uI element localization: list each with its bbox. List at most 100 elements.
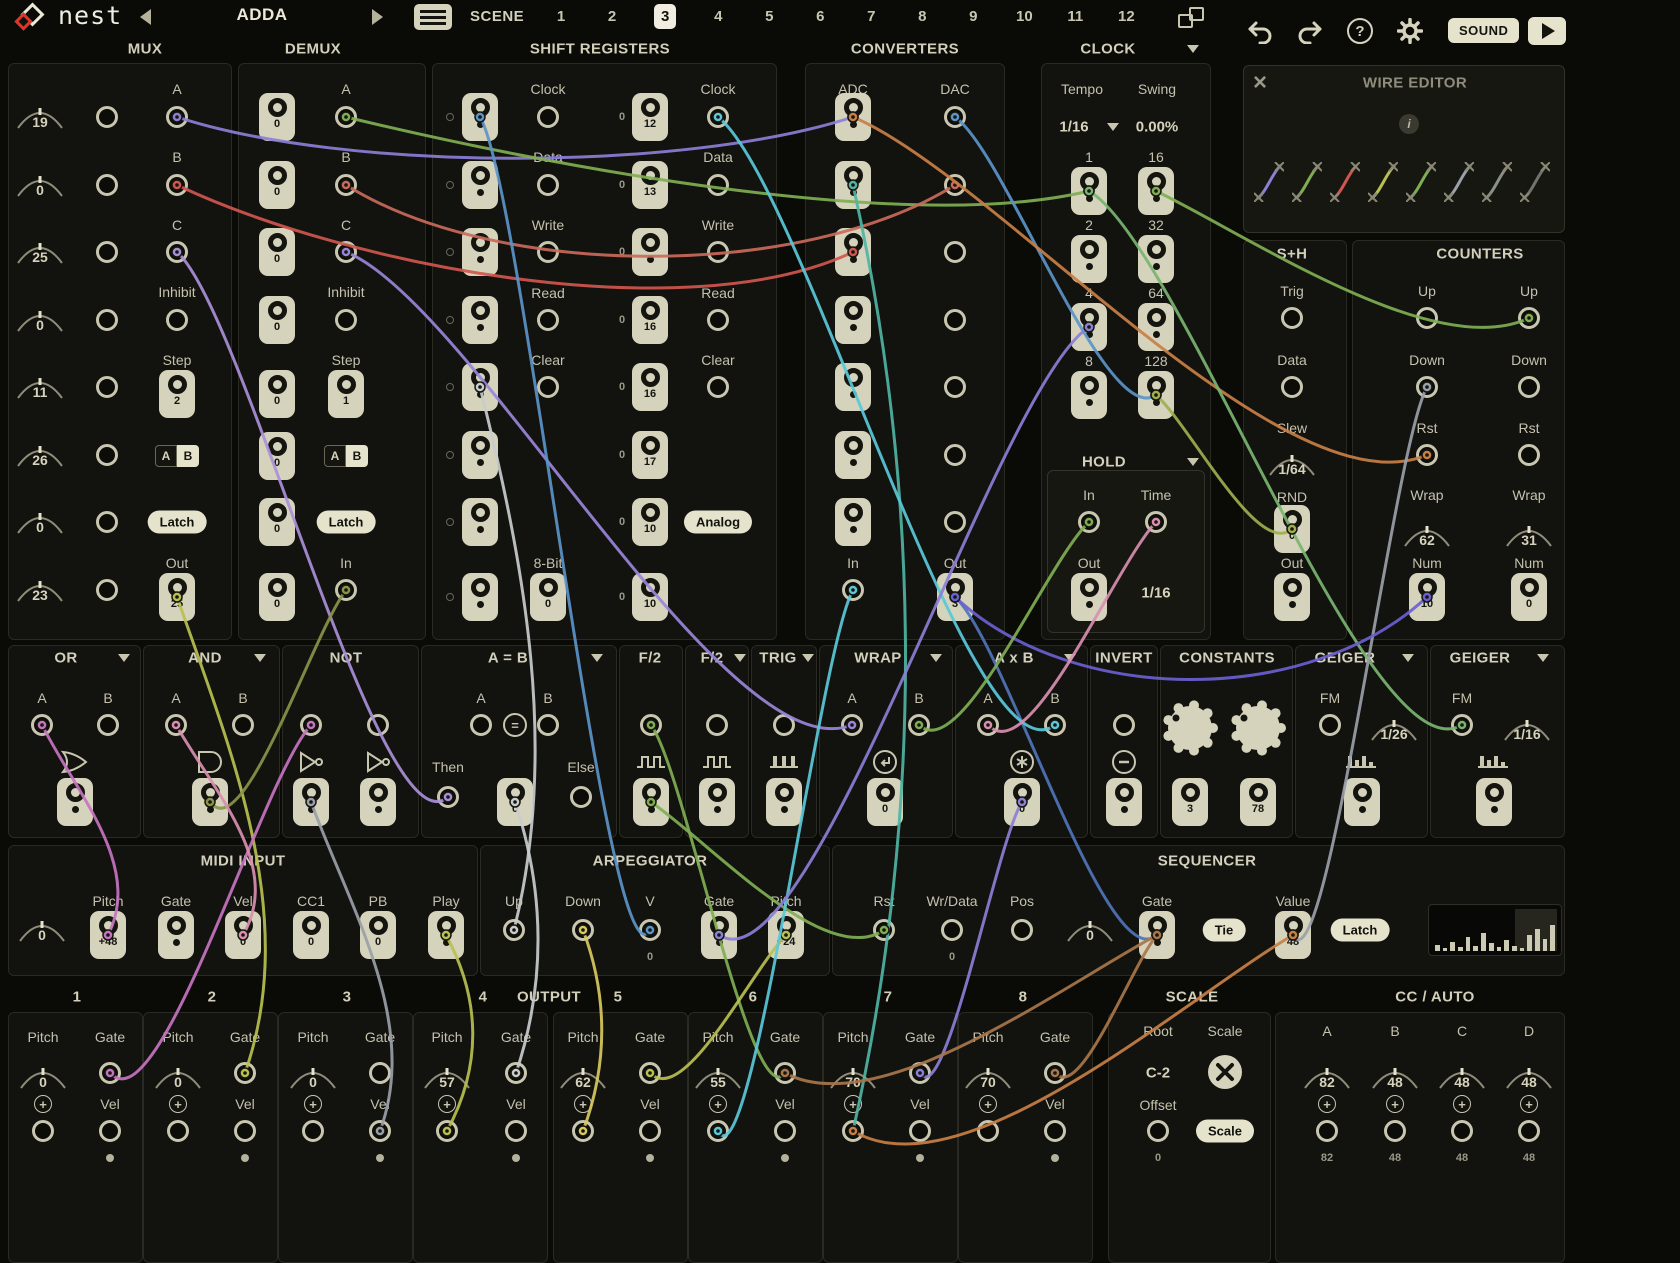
sr2-clock-jack[interactable] bbox=[707, 106, 729, 128]
demux-latch-button[interactable]: Latch bbox=[317, 511, 376, 534]
mux-ch-jack-2[interactable] bbox=[96, 174, 118, 196]
sr1-write-jack[interactable] bbox=[537, 241, 559, 263]
hold-in-jack[interactable] bbox=[1078, 511, 1100, 533]
demux-out-port-2[interactable]: 0 bbox=[259, 161, 295, 209]
out6-pitch-jack[interactable] bbox=[707, 1120, 729, 1142]
geiger2-rate-knob[interactable]: 1/16 bbox=[1499, 716, 1555, 742]
clock-div-128-port[interactable] bbox=[1138, 371, 1174, 419]
adc-port-3[interactable] bbox=[835, 228, 871, 276]
demux-out-port-6[interactable]: 0 bbox=[259, 432, 295, 480]
out4-octave-plus[interactable]: + bbox=[438, 1095, 456, 1113]
and-b-jack[interactable] bbox=[232, 714, 254, 736]
f2b-out-port[interactable] bbox=[699, 778, 735, 826]
sh-slew-knob[interactable]: 1/64 bbox=[1264, 451, 1320, 477]
sr1-out-port-2[interactable] bbox=[462, 161, 498, 209]
redo-icon[interactable] bbox=[1296, 20, 1324, 44]
out6-octave-plus[interactable]: + bbox=[709, 1095, 727, 1113]
mux-knob-8[interactable]: 23 bbox=[12, 577, 68, 603]
wire-editor-item-4[interactable] bbox=[1368, 162, 1398, 202]
scale-quantize-button[interactable]: Scale bbox=[1196, 1120, 1254, 1143]
arp-pitch-port[interactable]: +24 bbox=[768, 911, 804, 959]
undo-icon[interactable] bbox=[1246, 20, 1274, 44]
not1-in-jack[interactable] bbox=[300, 714, 322, 736]
scale-edit-icon[interactable] bbox=[1207, 1054, 1243, 1090]
out5-pitch-knob[interactable]: 62 bbox=[555, 1064, 611, 1090]
out4-gate-jack[interactable] bbox=[505, 1062, 527, 1084]
counter1-wrap-knob[interactable]: 62 bbox=[1399, 522, 1455, 548]
scene-button-11[interactable]: 11 bbox=[1066, 4, 1084, 29]
arp-v-jack[interactable] bbox=[639, 919, 661, 941]
not2-out-port[interactable] bbox=[360, 778, 396, 826]
wire-editor-item-7[interactable] bbox=[1482, 162, 1512, 202]
preset-next-button[interactable] bbox=[372, 9, 383, 25]
dac-out-port[interactable]: 3 bbox=[937, 573, 973, 621]
scene-button-2[interactable]: 2 bbox=[603, 4, 621, 29]
out2-pitch-knob[interactable]: 0 bbox=[150, 1064, 206, 1090]
seq-gate-port[interactable] bbox=[1139, 911, 1175, 959]
mux-ch-jack-4[interactable] bbox=[96, 309, 118, 331]
adc-analog-button[interactable]: Analog bbox=[684, 511, 752, 534]
out5-octave-plus[interactable]: + bbox=[574, 1095, 592, 1113]
counter1-down-jack[interactable] bbox=[1416, 376, 1438, 398]
cc-c-jack[interactable] bbox=[1451, 1120, 1473, 1142]
wire-editor-close-icon[interactable]: × bbox=[1253, 71, 1267, 95]
out8-pitch-jack[interactable] bbox=[977, 1120, 999, 1142]
adc-port-2[interactable] bbox=[835, 161, 871, 209]
mux-ch-jack-6[interactable] bbox=[96, 444, 118, 466]
geiger1-out-port[interactable] bbox=[1344, 778, 1380, 826]
mux-ab-toggle[interactable]: AB bbox=[155, 445, 199, 467]
geiger1-fm-jack[interactable] bbox=[1319, 714, 1341, 736]
cc-d-plus[interactable]: + bbox=[1520, 1095, 1538, 1113]
dac-jack-1[interactable] bbox=[944, 106, 966, 128]
f2b-in-jack[interactable] bbox=[706, 714, 728, 736]
dac-jack-5[interactable] bbox=[944, 376, 966, 398]
midi-channel-knob[interactable]: 0 bbox=[14, 917, 70, 943]
menu-icon[interactable] bbox=[414, 4, 452, 30]
not2-in-jack[interactable] bbox=[367, 714, 389, 736]
trig-in-jack[interactable] bbox=[773, 714, 795, 736]
cc-d-jack[interactable] bbox=[1518, 1120, 1540, 1142]
cc-d-knob[interactable]: 48 bbox=[1501, 1064, 1557, 1090]
cc-a-plus[interactable]: + bbox=[1318, 1095, 1336, 1113]
hold-time-jack[interactable] bbox=[1145, 511, 1167, 533]
out7-pitch-jack[interactable] bbox=[842, 1120, 864, 1142]
demux-c-jack[interactable] bbox=[335, 241, 357, 263]
sr1-read-jack[interactable] bbox=[537, 309, 559, 331]
mux-c-jack[interactable] bbox=[166, 241, 188, 263]
mux-ch-jack-7[interactable] bbox=[96, 511, 118, 533]
out1-pitch-jack[interactable] bbox=[32, 1120, 54, 1142]
trig-out-port[interactable] bbox=[766, 778, 802, 826]
dac-jack-2[interactable] bbox=[944, 174, 966, 196]
clock-div-32-port[interactable] bbox=[1138, 235, 1174, 283]
trig-dropdown[interactable] bbox=[802, 654, 814, 662]
clock-div-64-port[interactable] bbox=[1138, 303, 1174, 351]
cc-b-knob[interactable]: 48 bbox=[1367, 1064, 1423, 1090]
out5-pitch-jack[interactable] bbox=[572, 1120, 594, 1142]
out8-octave-plus[interactable]: + bbox=[979, 1095, 997, 1113]
wrap-out-port[interactable]: 0 bbox=[867, 778, 903, 826]
f2b-dropdown[interactable] bbox=[734, 654, 746, 662]
aeb-then-jack[interactable] bbox=[437, 786, 459, 808]
sh-rnd-port[interactable]: 0 bbox=[1274, 505, 1310, 553]
mux-step-port[interactable]: 2 bbox=[159, 370, 195, 418]
aeb-else-jack[interactable] bbox=[570, 786, 592, 808]
out2-octave-plus[interactable]: + bbox=[169, 1095, 187, 1113]
f2a-in-jack[interactable] bbox=[640, 714, 662, 736]
out3-vel-jack[interactable] bbox=[369, 1120, 391, 1142]
demux-in-jack[interactable] bbox=[335, 579, 357, 601]
sr2-read-jack[interactable] bbox=[707, 309, 729, 331]
out1-pitch-knob[interactable]: 0 bbox=[15, 1064, 71, 1090]
sr2-out-port-1[interactable]: 12 bbox=[632, 93, 668, 141]
hold-out-port[interactable] bbox=[1071, 573, 1107, 621]
sr1-out-port-6[interactable] bbox=[462, 431, 498, 479]
out1-octave-plus[interactable]: + bbox=[34, 1095, 52, 1113]
and-dropdown[interactable] bbox=[254, 654, 266, 662]
invert-out-port[interactable] bbox=[1106, 778, 1142, 826]
demux-inhibit-jack[interactable] bbox=[335, 309, 357, 331]
adc-port-5[interactable] bbox=[835, 363, 871, 411]
aeb-dropdown[interactable] bbox=[591, 654, 603, 662]
out4-pitch-knob[interactable]: 57 bbox=[419, 1064, 475, 1090]
wire-editor-item-3[interactable] bbox=[1330, 162, 1360, 202]
out5-gate-jack[interactable] bbox=[639, 1062, 661, 1084]
hold-time-value[interactable]: 1/16 bbox=[1141, 585, 1170, 602]
